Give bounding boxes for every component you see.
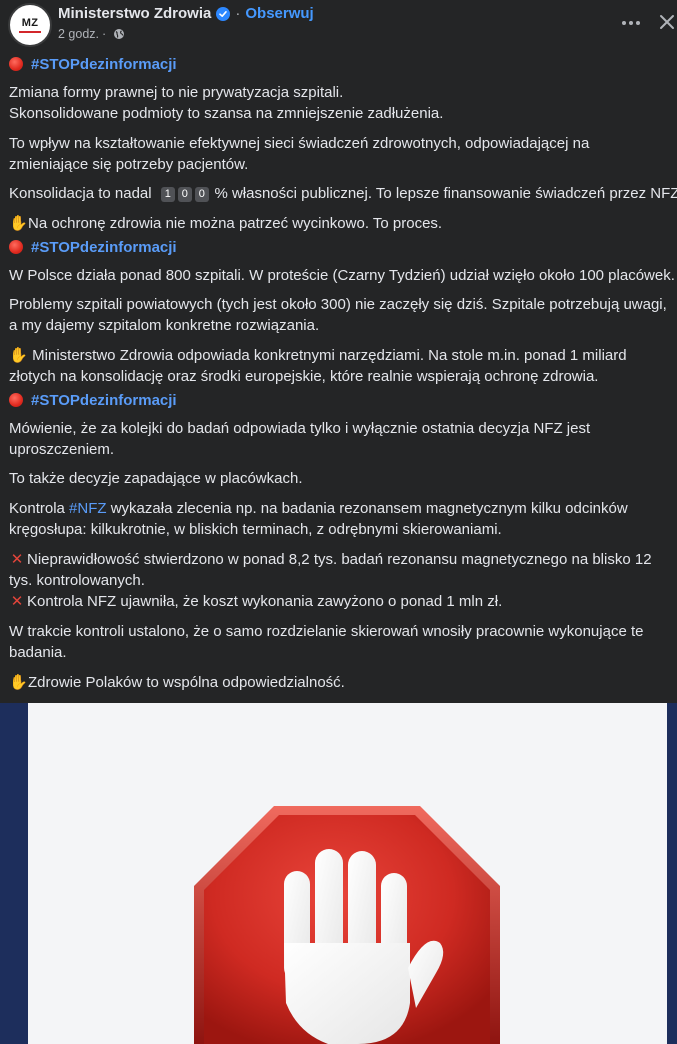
post-line-ownership: Konsolidacja to nadal 100 % własności pu…	[9, 183, 677, 204]
post-time[interactable]: 2 godz.	[58, 27, 99, 41]
close-icon[interactable]	[656, 11, 677, 33]
post-meta: 2 godz. ·	[58, 27, 125, 41]
post-line: badania.	[9, 644, 67, 661]
hashtag-line: #STOPdezinformacji	[9, 52, 677, 76]
post-text: #STOPdezinformacji Zmiana formy prawnej …	[9, 52, 677, 693]
post-line: Mówienie, że za kolejki do badań odpowia…	[9, 420, 591, 437]
raised-hand-icon: ✋	[9, 347, 28, 364]
text-span: Zdrowie Polaków to wspólna odpowiedzialn…	[28, 674, 345, 691]
stop-sign-hand-image	[28, 703, 667, 1044]
verified-badge-icon	[216, 6, 231, 21]
text-span: % własności publicznej. To lepsze finans…	[214, 185, 677, 202]
post-line: ✋Zdrowie Polaków to wspólna odpowiedzial…	[9, 672, 677, 693]
post-image[interactable]	[0, 703, 677, 1044]
follow-button[interactable]: Obserwuj	[245, 5, 313, 22]
post-line: ✕ Nieprawidłowość stwierdzono w ponad 8,2…	[9, 549, 677, 570]
post-line: ✕ Kontrola NFZ ujawniła, że koszt wykonan…	[9, 591, 677, 612]
hashtag-stopdezinformacji[interactable]: #STOPdezinformacji	[31, 237, 177, 258]
hashtag-line: #STOPdezinformacji	[9, 235, 677, 259]
text-span: Konsolidacja to nadal	[9, 185, 152, 202]
cross-mark-icon: ✕	[10, 593, 24, 610]
hashtag-stopdezinformacji[interactable]: #STOPdezinformacji	[31, 390, 177, 411]
post-line: uproszczeniem.	[9, 441, 115, 458]
post-line: zmieniające się potrzeby pacjentów.	[9, 156, 249, 173]
cross-mark-icon: ✕	[10, 551, 24, 568]
stop-sign-graphic	[194, 806, 500, 1044]
text-span: Kontrola NFZ ujawniła, że koszt wykonani…	[27, 593, 503, 610]
hashtag-line: #STOPdezinformacji	[9, 388, 677, 412]
text-span: Ministerstwo Zdrowia odpowiada konkretny…	[32, 347, 627, 364]
post-line: złotych na konsolidację oraz środki euro…	[9, 368, 599, 385]
hashtag-nfz[interactable]: #NFZ	[69, 500, 107, 517]
post-line: ✋ Ministerstwo Zdrowia odpowiada konkret…	[9, 345, 677, 366]
post-line: ✋Na ochronę zdrowia nie można patrzeć wy…	[9, 213, 677, 234]
separator-dot: ·	[235, 5, 241, 22]
globe-icon[interactable]	[113, 28, 125, 40]
post-line: W trakcie kontroli ustalono, że o samo r…	[9, 623, 644, 640]
keycap-digit: 1	[160, 187, 175, 202]
page-name-row: Ministerstwo Zdrowia · Obserwuj	[58, 5, 314, 22]
post-header: MZ Ministerstwo Zdrowia · Obserwuj 2 god…	[0, 0, 677, 50]
text-span: Kontrola	[9, 500, 65, 517]
post-line: Skonsolidowane podmioty to szansa na zmn…	[9, 105, 444, 122]
red-circle-icon	[9, 240, 23, 254]
post-line: a my dajemy szpitalom konkretne rozwiąza…	[9, 317, 320, 334]
avatar-logo-bar	[19, 31, 41, 33]
post-line: W Polsce działa ponad 800 szpitali. W pr…	[9, 267, 675, 284]
post-line: To także decyzje zapadające w placówkach…	[9, 470, 303, 487]
keycap-digit: 0	[177, 187, 192, 202]
red-circle-icon	[9, 57, 23, 71]
post-line: Kontrola #NFZ wykazała zlecenia np. na b…	[9, 498, 677, 519]
post-line: Zmiana formy prawnej to nie prywatyzacja…	[9, 84, 344, 101]
post-line: Problemy szpitali powiatowych (tych jest…	[9, 296, 667, 313]
post-line: kręgosłupa: kilkukrotnie, w bliskich ter…	[9, 521, 502, 538]
hashtag-stopdezinformacji[interactable]: #STOPdezinformacji	[31, 54, 177, 75]
red-circle-icon	[9, 393, 23, 407]
page-avatar[interactable]: MZ	[8, 3, 52, 47]
text-span: wykazała zlecenia np. na badania rezonan…	[110, 500, 628, 517]
raised-hand-icon: ✋	[9, 674, 28, 691]
post-line: tys. kontrolowanych.	[9, 572, 145, 589]
avatar-logo-text: MZ	[21, 17, 39, 29]
raised-hand-icon: ✋	[9, 215, 28, 232]
text-span: Nieprawidłowość stwierdzono w ponad 8,2 …	[27, 551, 652, 568]
more-options-icon[interactable]	[620, 12, 642, 34]
post-line: To wpływ na kształtowanie efektywnej sie…	[9, 135, 590, 152]
keycap-digit: 0	[194, 187, 209, 202]
text-span: Na ochronę zdrowia nie można patrzeć wyc…	[28, 215, 443, 232]
page-name[interactable]: Ministerstwo Zdrowia	[58, 5, 211, 22]
meta-separator-dot: ·	[102, 27, 107, 41]
